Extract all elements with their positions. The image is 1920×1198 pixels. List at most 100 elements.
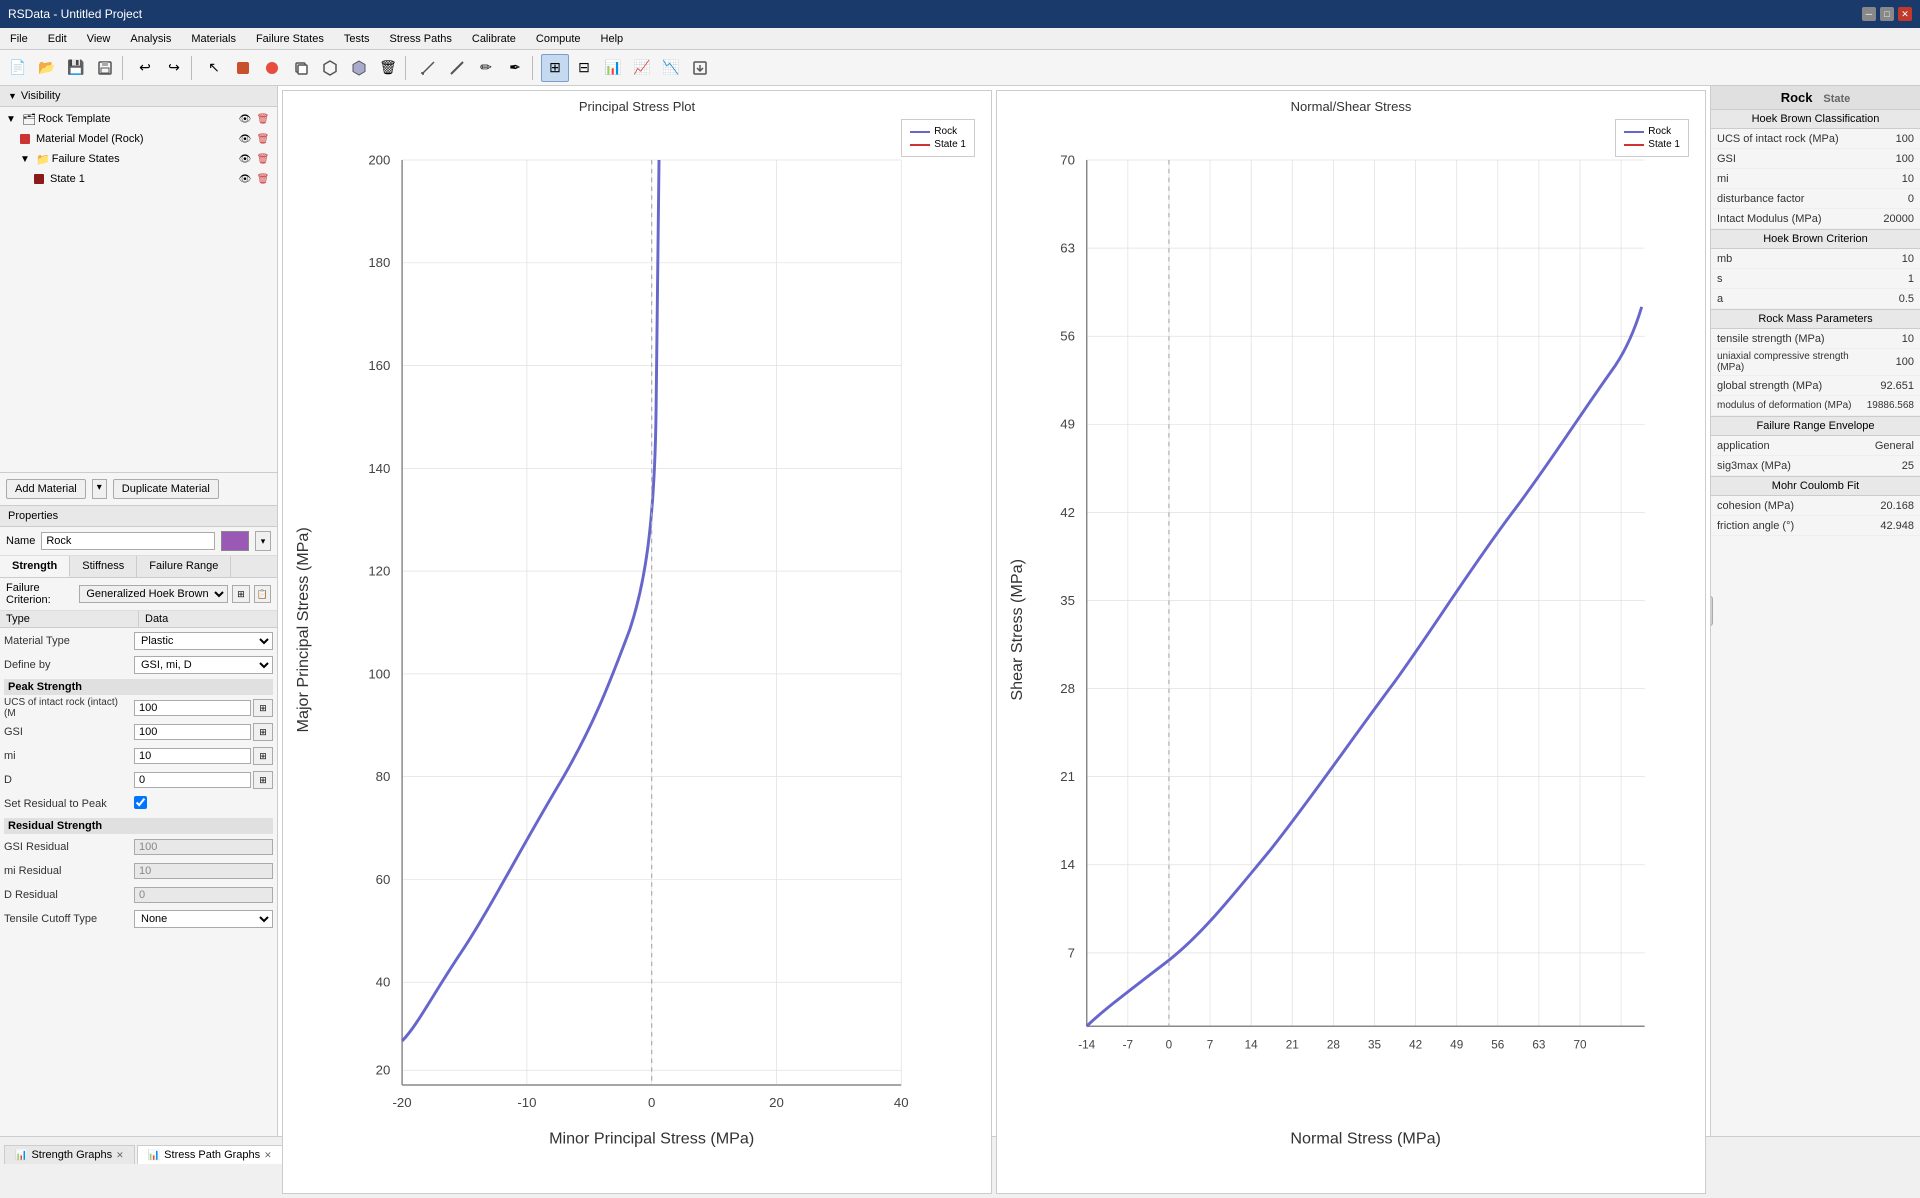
tensile-cutoff-select[interactable]: None <box>134 910 273 928</box>
maximize-button[interactable]: □ <box>1880 7 1894 21</box>
vis-delete-material[interactable]: 🗑 <box>255 131 271 147</box>
d-input[interactable] <box>134 772 251 788</box>
tab-strength[interactable]: Strength <box>0 556 70 577</box>
hexagon-tool1-button[interactable] <box>316 54 344 82</box>
vis-eye-failure-states[interactable]: 👁 <box>237 151 253 167</box>
add-rock-button[interactable] <box>229 54 257 82</box>
right-mb-value: 10 <box>1854 253 1914 265</box>
close-stress-path-graphs[interactable]: ✕ <box>264 1150 272 1161</box>
saveas-button[interactable] <box>91 54 119 82</box>
material-label: Material Model (Rock) <box>36 133 235 145</box>
failure-criterion-copy-btn[interactable]: 📋 <box>254 585 271 603</box>
export-button[interactable] <box>686 54 714 82</box>
vis-eye-material[interactable]: 👁 <box>237 131 253 147</box>
vis-eye-state1[interactable]: 👁 <box>237 171 253 187</box>
menu-edit[interactable]: Edit <box>38 28 77 49</box>
pen-button[interactable]: ✒ <box>501 54 529 82</box>
right-modulus-def-row: modulus of deformation (MPa) 19886.568 <box>1711 396 1920 416</box>
right-ucs-value: 100 <box>1854 133 1914 145</box>
mi-picker-btn[interactable]: ⊞ <box>253 747 273 765</box>
new-button[interactable]: 📄 <box>4 54 32 82</box>
draw-tool1-button[interactable] <box>414 54 442 82</box>
close-button[interactable]: ✕ <box>1898 7 1912 21</box>
define-by-select[interactable]: GSI, mi, D <box>134 656 273 674</box>
collapse-arrow[interactable]: ◀ <box>1710 596 1713 626</box>
menu-stress-paths[interactable]: Stress Paths <box>380 28 462 49</box>
right-mi-label: mi <box>1717 173 1854 185</box>
gsi-label: GSI <box>4 726 134 738</box>
menu-compute[interactable]: Compute <box>526 28 591 49</box>
draw-tool2-button[interactable] <box>443 54 471 82</box>
right-a-value: 0.5 <box>1854 293 1914 305</box>
grid-view-button[interactable]: ⊞ <box>541 54 569 82</box>
expand-failure-states[interactable]: ▼ <box>20 154 34 165</box>
menu-materials[interactable]: Materials <box>181 28 246 49</box>
window-controls: ─ □ ✕ <box>1862 7 1912 21</box>
hexagon-tool2-button[interactable] <box>345 54 373 82</box>
menu-failure-states[interactable]: Failure States <box>246 28 334 49</box>
failure-criterion-label: Failure Criterion: <box>6 582 75 606</box>
gsi-picker-btn[interactable]: ⊞ <box>253 723 273 741</box>
svg-text:Shear Stress (MPa): Shear Stress (MPa) <box>1008 559 1026 701</box>
pencil-button[interactable]: ✏ <box>472 54 500 82</box>
right-uniaxial-label: uniaxial compressive strength (MPa) <box>1717 351 1854 373</box>
failure-criterion-grid-btn[interactable]: ⊞ <box>232 585 249 603</box>
right-tensile-row: tensile strength (MPa) 10 <box>1711 329 1920 349</box>
right-global-value: 92.651 <box>1854 380 1914 392</box>
tab-stress-path-graphs[interactable]: 📊 Stress Path Graphs ✕ <box>137 1145 283 1164</box>
menu-file[interactable]: File <box>0 28 38 49</box>
gsi-input[interactable] <box>134 724 251 740</box>
svg-text:200: 200 <box>368 152 390 167</box>
save-button[interactable]: 💾 <box>62 54 90 82</box>
principal-stress-container: Principal Stress Plot Rock State 1 <box>282 90 992 1194</box>
duplicate-material-button[interactable]: Duplicate Material <box>113 479 219 499</box>
menu-analysis[interactable]: Analysis <box>120 28 181 49</box>
menu-tests[interactable]: Tests <box>334 28 380 49</box>
redo-button[interactable]: ↪ <box>160 54 188 82</box>
menu-calibrate[interactable]: Calibrate <box>462 28 526 49</box>
vis-delete-state1[interactable]: 🗑 <box>255 171 271 187</box>
close-strength-graphs[interactable]: ✕ <box>116 1150 124 1161</box>
undo-button[interactable]: ↩ <box>131 54 159 82</box>
add-material-button-vis[interactable]: Add Material <box>6 479 86 499</box>
toolbar-sep-3 <box>405 56 411 80</box>
add-material-button[interactable] <box>258 54 286 82</box>
right-ucs-label: UCS of intact rock (MPa) <box>1717 133 1854 145</box>
select-tool-button[interactable]: ↖ <box>200 54 228 82</box>
d-picker-btn[interactable]: ⊞ <box>253 771 273 789</box>
vis-delete-failure-states[interactable]: 🗑 <box>255 151 271 167</box>
duplicate-button[interactable] <box>287 54 315 82</box>
color-dropdown-btn[interactable]: ▾ <box>255 531 271 551</box>
menu-view[interactable]: View <box>77 28 121 49</box>
delete-button[interactable]: 🗑 <box>374 54 402 82</box>
tab-stiffness[interactable]: Stiffness <box>70 556 137 577</box>
right-intact-modulus-value: 20000 <box>1854 213 1914 225</box>
open-button[interactable]: 📂 <box>33 54 61 82</box>
menu-help[interactable]: Help <box>591 28 634 49</box>
principal-stress-legend: Rock State 1 <box>901 119 975 157</box>
vis-eye-rock-template[interactable]: 👁 <box>237 111 253 127</box>
svg-text:-20: -20 <box>393 1095 412 1110</box>
svg-text:35: 35 <box>1060 593 1075 608</box>
material-type-select[interactable]: Plastic <box>134 632 273 650</box>
stress-path-label: Stress Path Graphs <box>164 1149 260 1161</box>
table-view-button[interactable]: ⊟ <box>570 54 598 82</box>
tab-strength-graphs[interactable]: 📊 Strength Graphs ✕ <box>4 1145 135 1164</box>
line-chart-button[interactable]: 📈 <box>628 54 656 82</box>
failure-criterion-select[interactable]: Generalized Hoek Brown <box>79 585 228 603</box>
mi-input[interactable] <box>134 748 251 764</box>
vis-delete-rock-template[interactable]: 🗑 <box>255 111 271 127</box>
tree-failure-states: ▼ 📁 Failure States 👁 🗑 <box>2 149 275 169</box>
set-residual-checkbox[interactable] <box>134 796 147 809</box>
bar-chart-button[interactable]: 📊 <box>599 54 627 82</box>
color-swatch[interactable] <box>221 531 249 551</box>
name-input[interactable] <box>41 532 215 550</box>
ucs-picker-btn[interactable]: ⊞ <box>253 699 273 717</box>
right-sig3max-label: sig3max (MPa) <box>1717 460 1854 472</box>
minimize-button[interactable]: ─ <box>1862 7 1876 21</box>
expand-rock-template[interactable]: ▼ <box>6 114 20 125</box>
area-chart-button[interactable]: 📉 <box>657 54 685 82</box>
tab-failure-range[interactable]: Failure Range <box>137 556 231 577</box>
ucs-input[interactable] <box>134 700 251 716</box>
vis-btn-arrow[interactable]: ▾ <box>92 479 107 499</box>
